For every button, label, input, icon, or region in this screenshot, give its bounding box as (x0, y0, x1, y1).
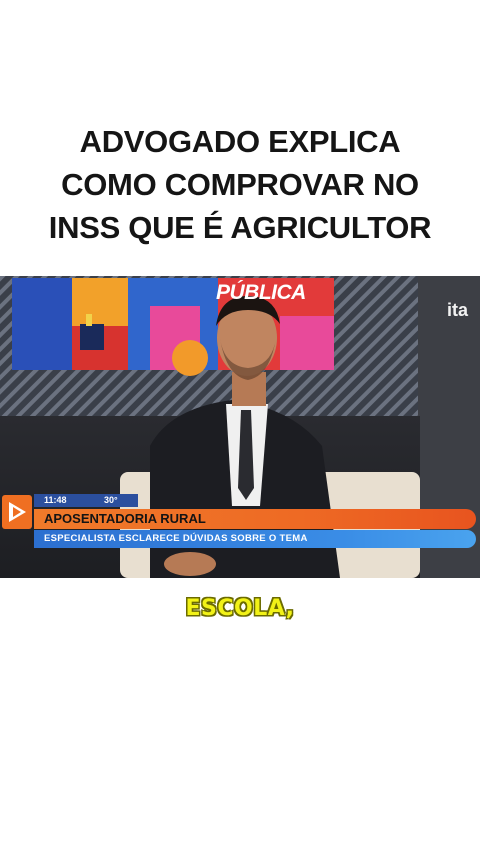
headline-line-3: INSS QUE É AGRICULTOR (48, 210, 432, 245)
news-ticker: 11:48 30° APOSENTADORIA RURAL ESPECIALIS… (0, 492, 480, 554)
ticker-headline: APOSENTADORIA RURAL (34, 509, 476, 529)
subtitle-caption: ESCOLA, (185, 596, 295, 621)
channel-logo: ita (446, 300, 468, 320)
clock-time: 11:48 (44, 495, 67, 505)
temperature: 30° (104, 495, 118, 505)
headline-line-2: COMO COMPROVAR NO (61, 167, 419, 202)
headline-line-1: ADVOGADO EXPLICA (79, 124, 401, 159)
post-headline: ADVOGADO EXPLICA COMO COMPROVAR NO INSS … (0, 120, 480, 249)
play-icon (2, 495, 32, 529)
backdrop-text: PÚBLICA (216, 281, 306, 304)
time-temperature-bar: 11:48 30° (34, 494, 138, 507)
ticker-subheadline: ESPECIALISTA ESCLARECE DÚVIDAS SOBRE O T… (34, 530, 476, 548)
video-player[interactable]: PÚBLICA ita 11:48 30° APOSENTADORIA RURA… (0, 276, 480, 578)
